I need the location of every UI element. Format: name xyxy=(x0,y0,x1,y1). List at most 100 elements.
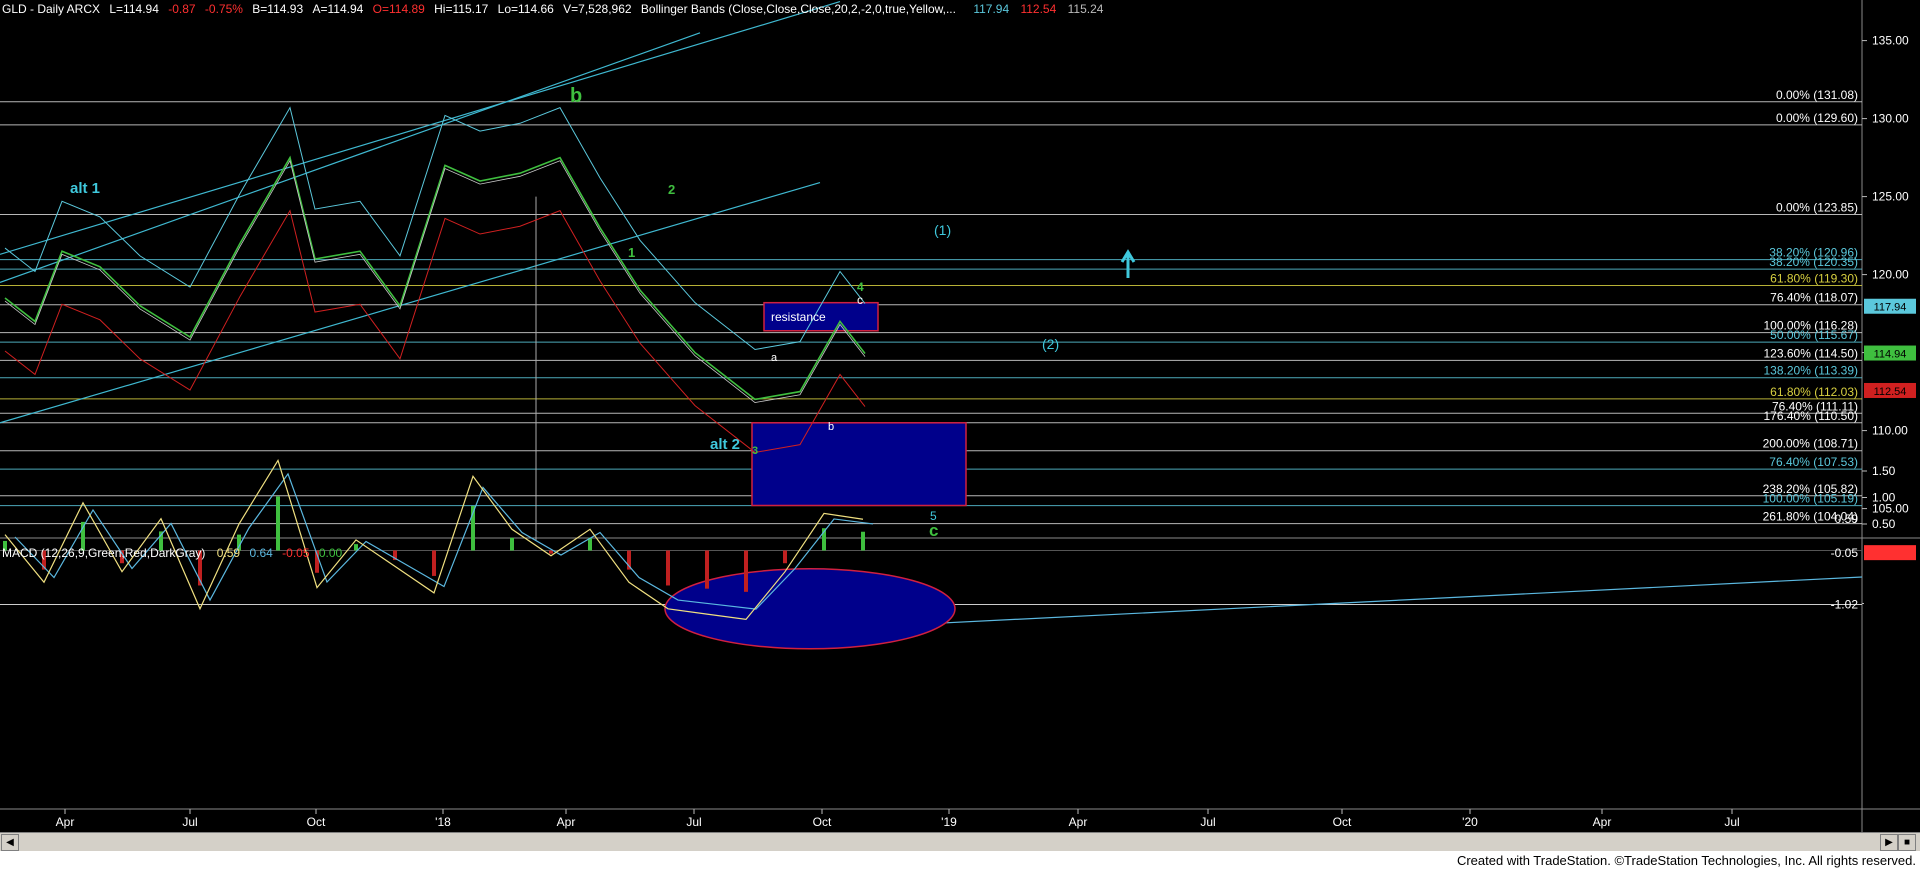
fib-label: 0.00% (129.60) xyxy=(1776,111,1858,125)
last-price: L=114.94 xyxy=(109,2,159,16)
wave-label: c xyxy=(929,521,938,540)
wave-label: b xyxy=(828,421,834,433)
time-tick-label: '20 xyxy=(1462,815,1478,829)
fib-label: 0.00% (123.85) xyxy=(1776,201,1858,215)
time-tick-label: Apr xyxy=(1069,815,1088,829)
macd-value-tag xyxy=(1864,545,1916,561)
open-price: O=114.89 xyxy=(372,2,425,16)
price-tick-label: 120.00 xyxy=(1872,268,1909,282)
macd-histogram-bar xyxy=(783,550,787,564)
wave-label: c xyxy=(857,293,863,307)
last-value-label: 114.94 xyxy=(1874,349,1907,361)
fib-label: 100.00% (105.19) xyxy=(1763,492,1858,506)
macd-histogram-bar xyxy=(705,550,709,589)
time-tick-label: '18 xyxy=(435,815,451,829)
time-tick-label: Jul xyxy=(182,815,197,829)
chart-canvas: 135.00130.00125.00120.00115.00110.00105.… xyxy=(0,0,1920,832)
bollinger-lower: 112.54 xyxy=(1020,2,1057,16)
wave-label: 4 xyxy=(857,280,864,294)
fib-label: 50.00% (115.67) xyxy=(1770,328,1858,342)
volume: V=7,528,962 xyxy=(563,2,632,16)
price-tick-label: 135.00 xyxy=(1872,34,1909,48)
time-tick-label: Jul xyxy=(686,815,701,829)
macd-histogram-bar xyxy=(549,550,553,554)
time-tick-label: Apr xyxy=(1593,815,1612,829)
price-header: GLD - Daily ARCX L=114.94 -0.87 -0.75% B… xyxy=(2,2,1103,16)
macd-marker-label: 0.59 xyxy=(1835,512,1859,526)
fib-label: 123.60% (114.50) xyxy=(1763,346,1858,360)
change-pct: -0.75% xyxy=(204,2,243,16)
horizontal-scrollbar[interactable]: ◀ ▶ ■ xyxy=(0,832,1920,851)
fib-label: 176.40% (110.50) xyxy=(1763,409,1858,423)
price-tick-label: 130.00 xyxy=(1872,112,1909,126)
time-tick-label: Jul xyxy=(1200,815,1215,829)
bollinger-mid: 115.24 xyxy=(1067,2,1104,16)
time-tick-label: '19 xyxy=(941,815,957,829)
macd-signal: 0.64 xyxy=(249,546,273,560)
macd-marker-label: -1.02 xyxy=(1831,598,1859,612)
wave-label: 3 xyxy=(752,445,758,457)
price-line xyxy=(4,155,866,401)
channel-lower xyxy=(0,181,821,424)
target-zone-box xyxy=(751,422,967,507)
bollinger-lower-band xyxy=(4,209,866,453)
fib-label: 200.00% (108.71) xyxy=(1763,437,1858,451)
up-arrow-icon xyxy=(1120,249,1136,278)
channel-mid xyxy=(0,1,841,255)
bollinger-upper-band xyxy=(4,106,866,351)
fib-label: 61.80% (119.30) xyxy=(1770,272,1858,286)
scroll-zoom-icon[interactable]: ■ xyxy=(1898,834,1916,851)
wave-label: (2) xyxy=(1042,336,1059,352)
macd-header: MACD (12,26,9,Green,Red,DarkGray) 0.59 0… xyxy=(2,546,342,560)
macd-histogram-bar xyxy=(744,550,748,592)
macd-value: 0.59 xyxy=(216,546,241,560)
bollinger-upper: 117.94 xyxy=(973,2,1010,16)
wave-label: resistance xyxy=(771,310,826,324)
time-tick-label: Oct xyxy=(307,815,326,829)
macd-histogram-bar xyxy=(354,544,358,551)
macd-value-tag xyxy=(1864,596,1916,612)
wave-label: b xyxy=(570,85,582,107)
time-tick-label: Jul xyxy=(1724,815,1739,829)
price-tick-label: 110.00 xyxy=(1872,424,1908,438)
copyright-text: Created with TradeStation. ©TradeStation… xyxy=(1456,853,1916,868)
hi-price: Hi=115.17 xyxy=(434,2,489,16)
macd-histogram-bar xyxy=(276,496,280,551)
macd-diff: -0.05 xyxy=(282,546,310,560)
wave-label: alt 1 xyxy=(70,180,100,197)
price-tick-label: 125.00 xyxy=(1872,190,1909,204)
macd-tick-label: 1.00 xyxy=(1872,491,1896,505)
bollinger-label: Bollinger Bands (Close,Close,Close,20,2,… xyxy=(640,2,956,16)
macd-histogram-bar xyxy=(861,531,865,551)
fib-label: 138.20% (113.39) xyxy=(1763,364,1858,378)
wave-label: a xyxy=(771,352,778,364)
wave-label: 2 xyxy=(668,182,675,197)
time-tick-label: Apr xyxy=(56,815,75,829)
wave-label: alt 2 xyxy=(710,436,740,453)
fib-label: 76.40% (118.07) xyxy=(1770,291,1858,305)
channel-upper xyxy=(0,32,701,283)
footer: Created with TradeStation. ©TradeStation… xyxy=(0,851,1920,870)
bid-price: B=114.93 xyxy=(252,2,304,16)
macd-histogram-bar xyxy=(432,550,436,576)
macd-zero: 0.00 xyxy=(318,546,343,560)
fib-label: 0.00% (131.08) xyxy=(1776,88,1858,102)
fib-label: 61.80% (112.03) xyxy=(1770,385,1858,399)
change-value: -0.87 xyxy=(168,2,196,16)
macd-histogram-bar xyxy=(510,537,514,551)
wave-label: 1 xyxy=(628,245,635,260)
macd-label: MACD (12,26,9,Green,Red,DarkGray) xyxy=(2,546,206,560)
symbol-label: GLD - Daily ARCX xyxy=(2,2,101,16)
fib-label: 76.40% (107.53) xyxy=(1769,455,1858,469)
lo-price: Lo=114.66 xyxy=(497,2,554,16)
last-value-label: 112.54 xyxy=(1874,386,1907,398)
time-tick-label: Apr xyxy=(557,815,576,829)
macd-tick-label: 1.50 xyxy=(1872,464,1896,478)
wave-label: (1) xyxy=(934,222,951,238)
scroll-left-icon[interactable]: ◀ xyxy=(1,834,19,851)
macd-tick-label: 0.50 xyxy=(1872,517,1896,531)
last-value-label: 117.94 xyxy=(1874,302,1907,314)
macd-histogram-bar xyxy=(666,550,670,586)
scroll-right-icon[interactable]: ▶ xyxy=(1880,834,1898,851)
ask-price: A=114.94 xyxy=(312,2,364,16)
